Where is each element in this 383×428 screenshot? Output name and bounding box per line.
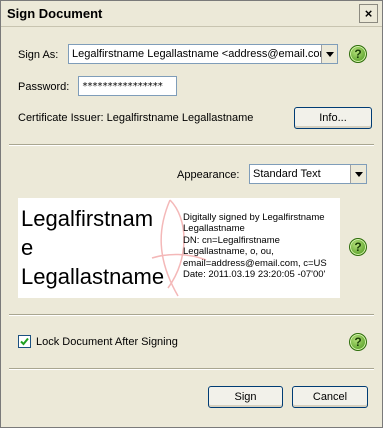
signature-name: Legalfirstnam e Legallastname bbox=[21, 204, 181, 291]
chevron-down-icon bbox=[321, 45, 337, 63]
signature-detail-line: email=address@email.com, c=US bbox=[183, 257, 327, 269]
password-field[interactable]: **************** bbox=[78, 76, 177, 96]
sign-as-dropdown[interactable]: Legalfirstname Legallastname <address@em… bbox=[68, 44, 338, 64]
appearance-help-icon[interactable]: ? bbox=[349, 238, 367, 256]
lock-document-label[interactable]: Lock Document After Signing bbox=[36, 336, 178, 348]
sign-as-value: Legalfirstname Legallastname <address@em… bbox=[72, 48, 321, 60]
certificate-issuer-text: Certificate Issuer: Legalfirstname Legal… bbox=[18, 112, 254, 124]
appearance-dropdown[interactable]: Standard Text bbox=[249, 164, 367, 184]
close-icon: × bbox=[364, 6, 373, 21]
signature-detail-line: Legallastname, o, ou, bbox=[183, 246, 274, 258]
cancel-button[interactable]: Cancel bbox=[292, 386, 368, 408]
appearance-label: Appearance: bbox=[177, 169, 240, 181]
title-bar[interactable]: Sign Document × bbox=[1, 1, 382, 27]
signature-detail-line: Date: 2011.03.19 23:20:05 -07'00' bbox=[183, 269, 326, 281]
signature-detail-line: Legallastname bbox=[183, 223, 245, 235]
appearance-value: Standard Text bbox=[253, 168, 321, 180]
separator bbox=[9, 314, 374, 316]
signature-name-line2: e bbox=[21, 235, 34, 260]
signature-detail-line: Digitally signed by Legalfirstname bbox=[183, 212, 325, 223]
signature-name-line1: Legalfirstnam bbox=[21, 206, 154, 231]
signature-detail-line: DN: cn=Legalfirstname bbox=[183, 234, 280, 246]
password-label: Password: bbox=[18, 81, 70, 93]
signature-preview: Legalfirstnam e Legallastname Digitally … bbox=[18, 198, 340, 298]
lock-document-help-icon[interactable]: ? bbox=[349, 333, 367, 351]
dialog-title: Sign Document bbox=[7, 6, 103, 21]
sign-button[interactable]: Sign bbox=[208, 386, 283, 408]
signature-name-line3: Legallastname bbox=[21, 264, 165, 289]
sign-document-dialog: Sign Document × Sign As: Legalfirstname … bbox=[0, 0, 383, 428]
sign-as-label: Sign As: bbox=[18, 49, 59, 61]
close-button[interactable]: × bbox=[359, 4, 378, 23]
separator bbox=[9, 144, 374, 146]
separator bbox=[9, 368, 374, 370]
checkmark-icon bbox=[20, 337, 29, 346]
signature-details: Digitally signed by Legalfirstname Legal… bbox=[183, 212, 338, 280]
info-button[interactable]: Info... bbox=[294, 107, 372, 129]
lock-document-checkbox[interactable] bbox=[18, 335, 31, 348]
sign-as-help-icon[interactable]: ? bbox=[349, 45, 367, 63]
chevron-down-icon bbox=[350, 165, 366, 183]
